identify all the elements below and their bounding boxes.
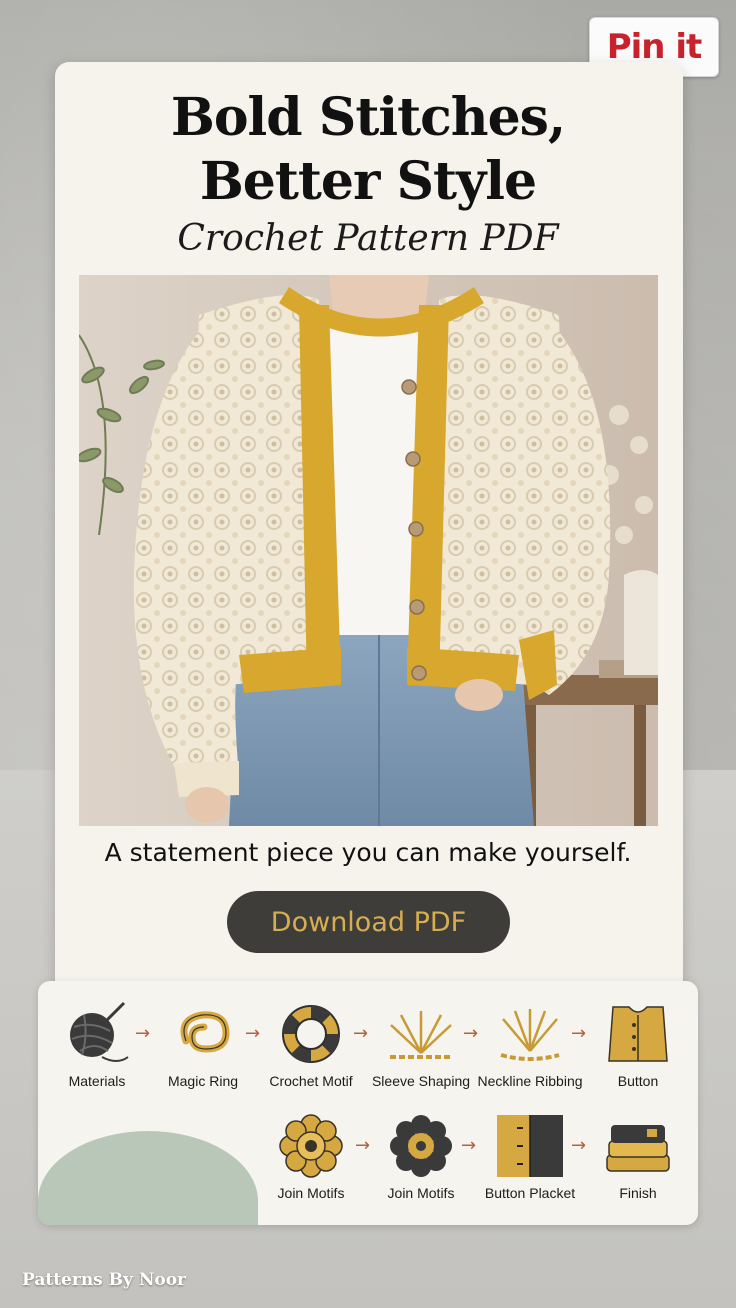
step-button-placket: Button Placket [475, 1113, 585, 1201]
step-label: Finish [619, 1185, 657, 1201]
headline-line-2: Better Style [199, 151, 537, 212]
step-label: Join Motifs [387, 1185, 455, 1201]
tagline: A statement piece you can make yourself. [104, 838, 632, 867]
step-button: Button [583, 1001, 693, 1089]
button-placket-icon [497, 1115, 563, 1177]
headline-subtitle: Crochet Pattern PDF [177, 218, 559, 259]
step-finish: Finish [583, 1113, 693, 1201]
step-neckline-ribbing: Neckline Ribbing [475, 1001, 585, 1089]
step-label: Sleeve Shaping [371, 1073, 471, 1089]
brand-watermark: Patterns By Noor [22, 1270, 187, 1290]
sleeve-shaping-icon [390, 1011, 452, 1059]
gold-flower-motif-icon [279, 1114, 343, 1178]
neckline-ribbing-icon [500, 1009, 560, 1061]
headline-line-1: Bold Stitches, [170, 87, 566, 148]
cardigan-icon [608, 1006, 668, 1062]
yarn-ball-icon [70, 1001, 129, 1062]
cardigan-photo [79, 275, 658, 826]
motif-ring-icon [282, 1005, 340, 1063]
folded-stack-icon [606, 1125, 670, 1172]
step-label: Button [617, 1073, 659, 1089]
step-crochet-motif: Crochet Motif [256, 1001, 366, 1089]
step-join-motifs-2: Join Motifs [366, 1113, 476, 1201]
step-label: Neckline Ribbing [477, 1073, 583, 1089]
step-label: Join Motifs [277, 1185, 345, 1201]
magic-ring-icon [180, 1011, 230, 1053]
step-sleeve-shaping: Sleeve Shaping [366, 1001, 476, 1089]
steps-panel: Materials → Magic Ring → Crochet Motif → [38, 981, 698, 1225]
step-label: Magic Ring [167, 1073, 239, 1089]
step-magic-ring: Magic Ring [148, 1001, 258, 1089]
arrow-icon: → [461, 1135, 477, 1156]
sage-decoration [38, 1131, 258, 1225]
dark-flower-motif-icon [390, 1115, 452, 1177]
step-label: Crochet Motif [269, 1073, 353, 1089]
step-materials: Materials [42, 1001, 152, 1089]
step-label: Button Placket [484, 1185, 576, 1201]
step-label: Materials [68, 1073, 126, 1089]
step-join-motifs-1: Join Motifs [256, 1113, 366, 1201]
download-pdf-button[interactable]: Download PDF [227, 891, 510, 953]
